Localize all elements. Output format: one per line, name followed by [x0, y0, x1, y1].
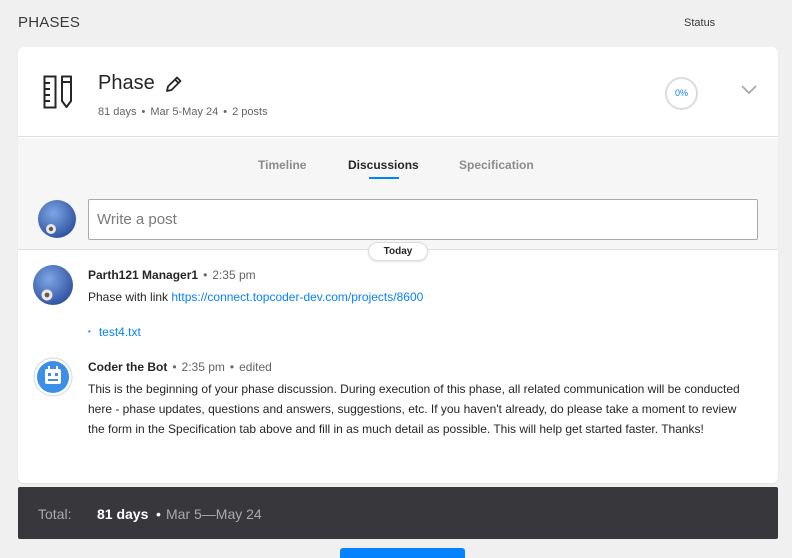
- post-header: Parth121 Manager1 • 2:35 pm: [88, 268, 256, 282]
- meta-separator: •: [223, 106, 228, 118]
- total-days: 81 days: [97, 506, 149, 522]
- post-body: Phase with link https://connect.topcoder…: [88, 287, 743, 307]
- total-summary-bar: Total: 81 days • Mar 5—May 24: [18, 487, 778, 539]
- phase-title: Phase: [98, 72, 155, 94]
- write-post-input[interactable]: [88, 199, 758, 240]
- post-link[interactable]: https://connect.topcoder-dev.com/project…: [171, 290, 423, 304]
- bot-avatar: [33, 357, 73, 397]
- discussion-post: Coder the Bot • 2:35 pm • edited This is the…: [18, 352, 778, 482]
- current-user-avatar: [38, 200, 76, 238]
- edited-label: edited: [239, 360, 272, 374]
- ruler-pencil-icon: [43, 75, 72, 109]
- phase-card: Phase 81 days • Mar 5-May 24 • 2 posts 0% Ti…: [18, 47, 778, 483]
- pencil-edit-icon[interactable]: [164, 74, 184, 94]
- total-date-range: Mar 5—May 24: [166, 506, 262, 522]
- post-body: This is the beginning of your phase disc…: [88, 382, 740, 436]
- phase-posts-count: 2 posts: [232, 106, 268, 118]
- phase-date-range: Mar 5-May 24: [150, 106, 219, 118]
- bottom-action-button[interactable]: [340, 548, 465, 558]
- attachment-link[interactable]: • test4.txt: [88, 325, 141, 339]
- post-time: 2:35 pm: [212, 268, 256, 282]
- meta-separator: •: [141, 106, 146, 118]
- day-divider-badge: Today: [368, 242, 428, 261]
- phase-meta: 81 days • Mar 5-May 24 • 2 posts: [98, 106, 268, 118]
- post-header: Coder the Bot • 2:35 pm • edited: [88, 360, 272, 374]
- section-title: PHASES: [18, 14, 81, 31]
- phase-card-header[interactable]: Phase 81 days • Mar 5-May 24 • 2 posts 0%: [18, 47, 778, 137]
- meta-separator: •: [156, 506, 161, 522]
- attachment-name: test4.txt: [98, 325, 141, 339]
- active-tab-indicator: [369, 177, 399, 179]
- post-time: 2:35 pm: [181, 360, 225, 374]
- post-author[interactable]: Coder the Bot: [88, 360, 167, 374]
- tab-specification[interactable]: Specification: [459, 158, 534, 172]
- progress-indicator: 0%: [665, 77, 698, 110]
- meta-separator: •: [172, 360, 177, 374]
- status-column-label: Status: [684, 17, 716, 29]
- tab-timeline[interactable]: Timeline: [258, 158, 306, 172]
- post-author[interactable]: Parth121 Manager1: [88, 268, 198, 282]
- discussion-post: Parth121 Manager1 • 2:35 pm Phase with lin…: [18, 260, 778, 360]
- post-text: Phase with link: [88, 290, 172, 304]
- phase-duration: 81 days: [98, 106, 137, 118]
- tab-discussions[interactable]: Discussions: [348, 158, 419, 172]
- avatar: [33, 265, 73, 305]
- meta-separator: •: [203, 268, 208, 282]
- bullet-icon: •: [88, 327, 91, 336]
- meta-separator: •: [229, 360, 235, 374]
- chevron-down-icon[interactable]: [740, 83, 758, 95]
- total-label: Total:: [38, 506, 72, 522]
- phase-tabs-area: Timeline Discussions Specification: [18, 138, 778, 250]
- phases-header: PHASES Status: [0, 0, 792, 46]
